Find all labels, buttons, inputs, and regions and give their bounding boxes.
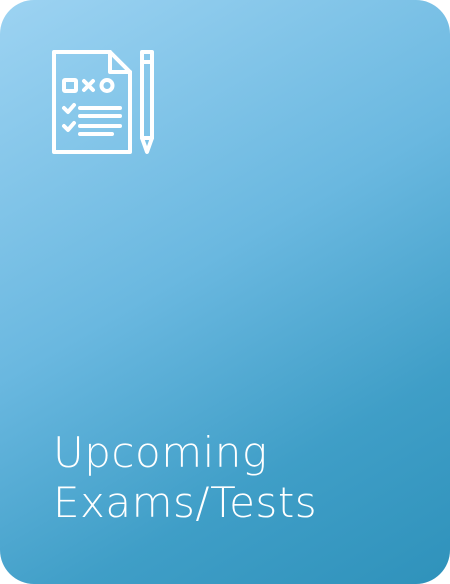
upcoming-exams-card[interactable]: Upcoming Exams/Tests — [0, 0, 450, 584]
card-title: Upcoming Exams/Tests — [53, 428, 433, 528]
exam-paper-pencil-icon — [52, 48, 160, 156]
card-title-line-2: Exams/Tests — [53, 478, 318, 527]
card-title-line-1: Upcoming — [53, 428, 268, 477]
